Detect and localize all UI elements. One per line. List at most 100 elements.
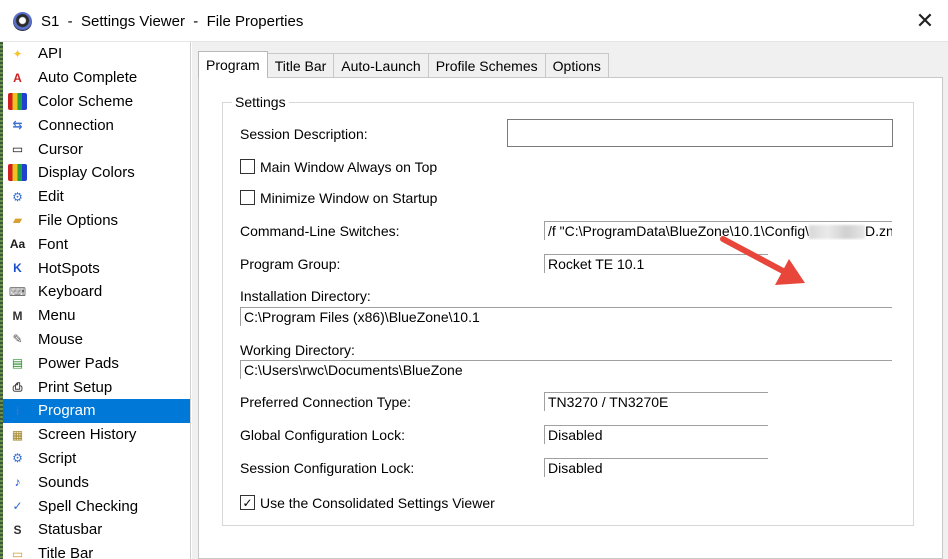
mouse-icon: ✎ <box>12 332 23 347</box>
sidebar-item-label: Sounds <box>38 473 89 491</box>
sidebar-item-label: Title Bar <box>38 545 94 559</box>
settings-group-title: Settings <box>232 94 289 110</box>
tab-title-bar[interactable]: Title Bar <box>266 53 335 77</box>
sidebar-item-screen-history[interactable]: ▦ Screen History <box>0 423 190 447</box>
sidebar-item-hotspots[interactable]: K HotSpots <box>0 256 190 280</box>
sidebar-item-connection[interactable]: ⇆ Connection <box>0 113 190 137</box>
preferred-connection-type-field[interactable]: TN3270 / TN3270E <box>544 392 768 411</box>
sidebar-item-label: Power Pads <box>38 354 119 372</box>
session-configuration-lock-field[interactable]: Disabled <box>544 458 768 477</box>
sidebar-item-mouse[interactable]: ✎ Mouse <box>0 328 190 352</box>
script-icon: ⚙ <box>12 451 23 466</box>
tab-profile-schemes[interactable]: Profile Schemes <box>427 53 546 77</box>
sidebar-item-power-pads[interactable]: ▤ Power Pads <box>0 351 190 375</box>
settings-main-area: Program Title Bar Auto-Launch Profile Schem… <box>192 42 948 559</box>
print-setup-icon: ⎙ <box>12 379 23 394</box>
sidebar-item-spell-checking[interactable]: ✓ Spell Checking <box>0 494 190 518</box>
sidebar-item-display-colors[interactable]: Display Colors <box>0 161 190 185</box>
power-pads-icon: ▤ <box>11 356 24 371</box>
sidebar-item-label: File Options <box>38 211 119 229</box>
program-icon: i <box>15 403 20 418</box>
title-bar-icon: ▭ <box>11 546 24 559</box>
sidebar-item-font[interactable]: Aa Font <box>0 232 190 256</box>
command-line-value-end: D.zn <box>865 223 892 239</box>
sidebar-item-menu[interactable]: M Menu <box>0 304 190 328</box>
sidebar-item-sounds[interactable]: ♪ Sounds <box>0 470 190 494</box>
connection-icon: ⇆ <box>12 118 23 133</box>
sidebar-item-statusbar[interactable]: S Statusbar <box>0 518 190 542</box>
tab-auto-launch[interactable]: Auto-Launch <box>333 53 429 77</box>
sidebar-item-label: Edit <box>38 188 64 206</box>
title-bar: S1 - Settings Viewer - File Properties ✕ <box>0 0 948 42</box>
sidebar-item-label: Display Colors <box>38 164 135 182</box>
global-configuration-lock-label: Global Configuration Lock: <box>240 427 405 443</box>
tab-panel-program: Settings Session Description: Main Windo… <box>198 77 943 559</box>
statusbar-icon: S <box>13 522 22 537</box>
sidebar-item-label: Script <box>38 449 77 467</box>
sidebar-item-label: Color Scheme <box>38 92 134 110</box>
main-window-on-top-checkbox[interactable] <box>240 159 255 174</box>
sidebar-item-label: Statusbar <box>38 521 103 539</box>
spell-checking-icon: ✓ <box>12 499 23 514</box>
sidebar-item-label: Auto Complete <box>38 69 138 87</box>
sidebar-item-program[interactable]: i Program <box>0 398 190 423</box>
sidebar-item-title-bar[interactable]: ▭ Title Bar <box>0 542 190 559</box>
tab-program[interactable]: Program <box>198 51 268 78</box>
consolidated-viewer-label[interactable]: Use the Consolidated Settings Viewer <box>260 495 495 511</box>
sidebar-item-label: Spell Checking <box>38 497 139 515</box>
sidebar-item-label: Menu <box>38 307 76 325</box>
sidebar-item-label: Cursor <box>38 140 84 158</box>
sidebar-item-api[interactable]: ✦ API <box>0 42 190 66</box>
session-configuration-lock-label: Session Configuration Lock: <box>240 460 415 476</box>
sidebar-item-cursor[interactable]: ▭ Cursor <box>0 137 190 161</box>
sidebar-item-auto-complete[interactable]: A Auto Complete <box>0 66 190 90</box>
sidebar-item-label: Print Setup <box>38 378 113 396</box>
minimize-on-startup-checkbox[interactable] <box>240 190 255 205</box>
main-window-on-top-label[interactable]: Main Window Always on Top <box>260 159 437 175</box>
sidebar-item-edit[interactable]: ⚙ Edit <box>0 185 190 209</box>
app-icon[interactable] <box>13 12 32 31</box>
file-options-icon: ▰ <box>12 213 23 228</box>
sidebar-item-script[interactable]: ⚙ Script <box>0 447 190 471</box>
redacted-filename <box>809 225 865 240</box>
display-colors-icon <box>8 164 27 182</box>
sidebar-item-label: HotSpots <box>38 259 100 277</box>
menu-icon: M <box>12 308 23 323</box>
hotspots-icon: K <box>13 261 22 276</box>
global-configuration-lock-field[interactable]: Disabled <box>544 425 768 444</box>
program-group-label: Program Group: <box>240 256 341 272</box>
screen-history-icon: ▦ <box>11 427 24 442</box>
sidebar-item-label: Font <box>38 235 69 253</box>
window-title: S1 - Settings Viewer - File Properties <box>41 13 304 30</box>
sidebar-item-label: Keyboard <box>38 283 103 301</box>
cursor-icon: ▭ <box>11 142 24 157</box>
sidebar-item-color-scheme[interactable]: Color Scheme <box>0 90 190 114</box>
tab-options[interactable]: Options <box>544 53 609 77</box>
sounds-icon: ♪ <box>14 475 21 490</box>
auto-complete-icon: A <box>13 70 22 85</box>
command-line-switches-field[interactable]: /f "C:\ProgramData\BlueZone\10.1\Config\… <box>544 221 892 240</box>
sidebar-item-label: API <box>38 45 63 63</box>
sidebar-item-file-options[interactable]: ▰ File Options <box>0 209 190 233</box>
preferred-connection-type-label: Preferred Connection Type: <box>240 394 411 410</box>
keyboard-icon: ⌨ <box>8 284 27 299</box>
installation-directory-label: Installation Directory: <box>240 288 371 304</box>
red-arrow-annotation <box>720 236 805 285</box>
installation-directory-field[interactable]: C:\Program Files (x86)\BlueZone\10.1 <box>240 307 892 326</box>
working-directory-field[interactable]: C:\Users\rwc\Documents\BlueZone <box>240 360 892 379</box>
sidebar-item-print-setup[interactable]: ⎙ Print Setup <box>0 375 190 399</box>
sidebar-item-label: Mouse <box>38 330 84 348</box>
session-description-input[interactable] <box>507 119 893 147</box>
sidebar-item-label: Screen History <box>38 426 137 444</box>
font-icon: Aa <box>9 237 26 252</box>
sidebar-item-keyboard[interactable]: ⌨ Keyboard <box>0 280 190 304</box>
consolidated-viewer-checkbox[interactable]: ✓ <box>240 495 255 510</box>
minimize-on-startup-label[interactable]: Minimize Window on Startup <box>260 190 437 206</box>
settings-category-list: ✦ API A Auto Complete Color Scheme ⇆ Connectio… <box>0 42 191 559</box>
working-directory-label: Working Directory: <box>240 342 355 358</box>
sidebar-item-label: Connection <box>38 116 114 134</box>
close-button[interactable]: ✕ <box>910 6 940 36</box>
session-description-label: Session Description: <box>240 126 368 142</box>
command-line-switches-label: Command-Line Switches: <box>240 223 400 239</box>
tab-strip: Program Title Bar Auto-Launch Profile Schem… <box>198 51 609 78</box>
